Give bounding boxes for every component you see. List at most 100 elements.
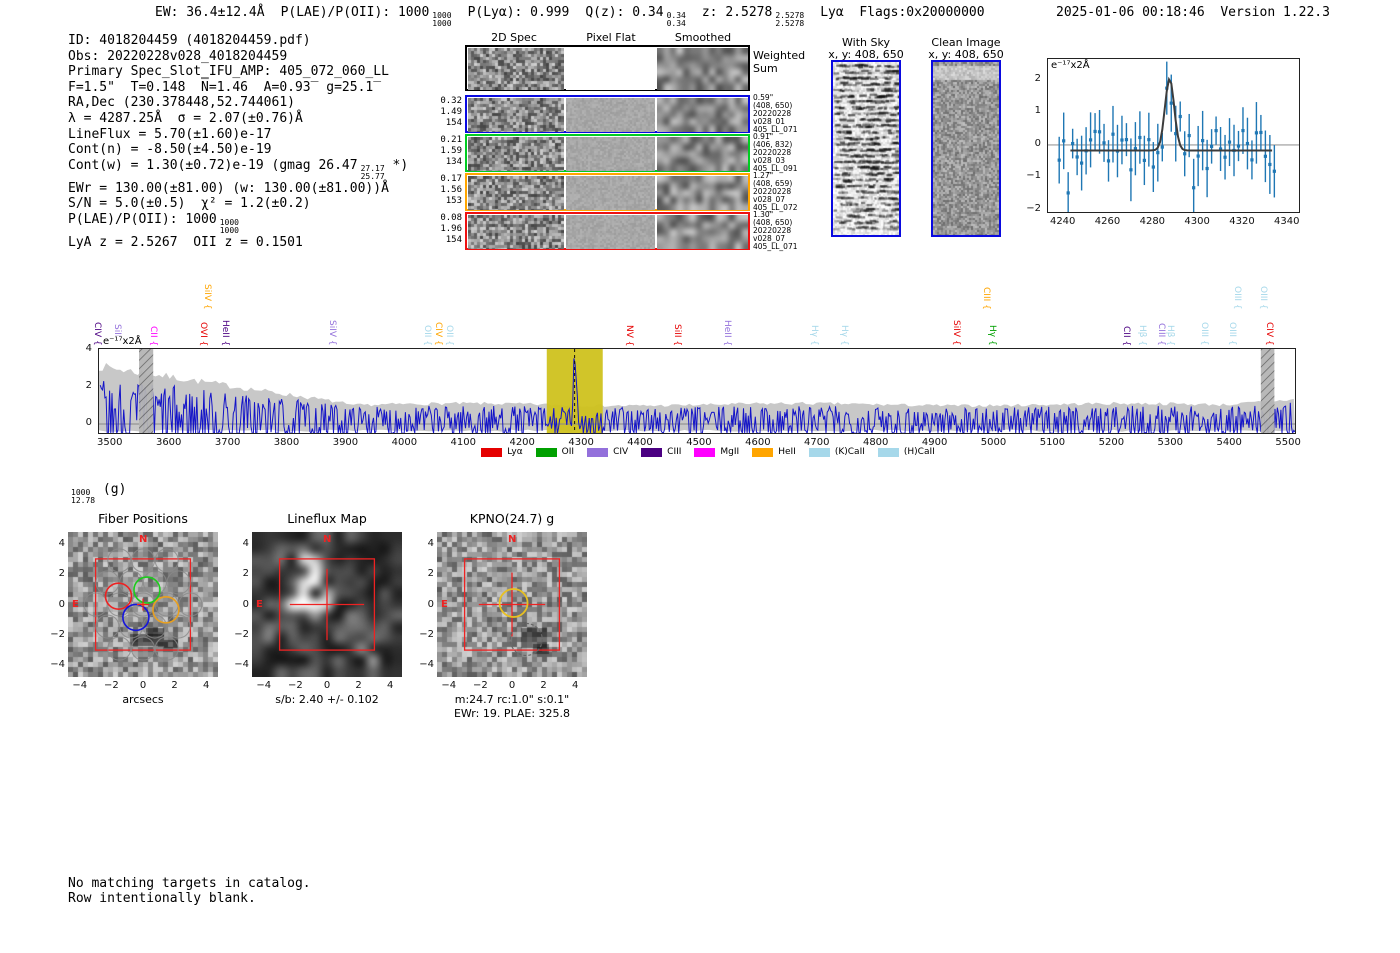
legend-item: CIII [641, 447, 681, 457]
emission-line-marker: CIV { [432, 322, 443, 346]
spectrum-xtick: 3800 [273, 437, 300, 448]
legend-swatch [481, 447, 503, 457]
fiber-positions-overlay [83, 548, 203, 661]
cutout-xtick: −2 [104, 680, 119, 691]
fiber-row-weights: 0.32 1.49 154 [440, 96, 462, 128]
header-segment: P(LAE)/P(OII): 1000 1000 1000 [280, 5, 452, 28]
spectrum-xtick: 3900 [332, 437, 359, 448]
weighted-sum-row [465, 45, 750, 91]
cutout-ytick: 0 [58, 598, 65, 610]
spectrum-unit-label: e⁻¹⁷x2Å [103, 336, 142, 347]
fit-xtick: 4340 [1274, 216, 1300, 227]
info-line: λ = 4287.25Å σ = 2.07(±0.76)Å [68, 110, 303, 126]
cutout-ytick: −2 [234, 628, 249, 640]
fiber-row-id: 0.59" (408, 650) 20220228 v028_01 405_LL_071 [753, 93, 798, 135]
info-line: EWr = 130.00(±81.00) (w: 130.00(±81.00))… [68, 180, 389, 196]
cutout-ytick: 4 [427, 537, 434, 549]
legend-swatch [752, 447, 774, 457]
fiber-positions-title: Fiber Positions [98, 511, 188, 526]
fit-xtick: 4300 [1184, 216, 1210, 227]
emission-line-marker: Hβ { [1136, 324, 1147, 346]
fit-ytick: −2 [1026, 203, 1041, 215]
emission-line-marker: CIII { [981, 287, 992, 310]
smoothed-image [657, 176, 748, 210]
legend-item: CIV [587, 447, 628, 457]
fiber-2d-row [465, 173, 750, 211]
cutout-ytick: −4 [419, 659, 434, 671]
emission-line-marker: CII { [147, 325, 158, 346]
line-fit-plot [1047, 58, 1300, 217]
detection-info-block: ID: 4018204459 (4018204459.pdf) Obs: 2022… [68, 33, 408, 251]
spectrum-xtick: 3500 [97, 437, 123, 448]
info-line: RA,Dec (230.378448,52.744061) [68, 95, 295, 111]
info-line: Obs: 20220228v028_4018204459 [68, 48, 288, 64]
mosaic-match-line: 1000 12.78 (g) [71, 482, 127, 505]
cutout-xtick: 4 [203, 680, 210, 691]
smoothed-col-header: Smoothed [674, 31, 732, 44]
spectrum-xtick: 5400 [1216, 437, 1242, 448]
lineflux-caption: s/b: 2.40 +/- 0.102 [275, 693, 379, 706]
2dspec-image [468, 137, 564, 171]
pixelflat-image [566, 176, 655, 210]
clean-image [933, 62, 999, 235]
kpno-overlay [463, 558, 561, 657]
spectrum-plot [98, 348, 1296, 436]
emission-line-marker: OII { [444, 325, 455, 346]
cutout-ytick: 2 [242, 568, 249, 580]
header-segment: P(Lyα): 0.999 [467, 5, 570, 20]
emission-line-marker: Hβ { [1164, 324, 1175, 346]
fiber-row-weights: 0.17 1.56 153 [440, 174, 462, 206]
cutout-xtick: −4 [256, 680, 272, 691]
legend-swatch [877, 447, 899, 457]
info-line: LineFlux = 5.70(±1.60)e-17 [68, 126, 272, 142]
fit-ytick: 2 [1034, 72, 1041, 84]
cutout-ytick: 4 [242, 537, 249, 549]
cutout-xtick: 4 [572, 680, 579, 691]
cutout-ytick: −2 [50, 628, 65, 640]
smoothed-image [657, 137, 748, 171]
line-fit-plot-canvas [1048, 61, 1299, 217]
emission-line-marker: SiIV { [201, 284, 212, 310]
weighted-2dspec-image [468, 48, 564, 90]
withsky-image [833, 62, 899, 235]
emission-line-marker: OIII { [1226, 322, 1237, 346]
emission-line-marker: Hγ { [987, 325, 998, 346]
compass-east-label: E [72, 598, 79, 610]
info-line: Primary Spec_Slot_IFU_AMP: 405_072_060_L… [68, 64, 389, 80]
fiber-2d-row [465, 134, 750, 172]
cutout-xtick: 0 [508, 680, 516, 691]
emission-line-marker: OIII { [1231, 286, 1242, 310]
fit-xtick: 4320 [1229, 216, 1255, 227]
cutout-ytick: −4 [50, 659, 65, 671]
fiber-positions-xlabel: arcsecs [122, 693, 164, 706]
fit-ytick: 1 [1034, 105, 1041, 117]
compass-east-label: E [256, 598, 263, 610]
footer-line-2: Row intentionally blank. [68, 891, 256, 906]
legend-item: HeII [752, 447, 796, 457]
kpno-caption2: EWr: 19. PLAE: 325.8 [453, 707, 571, 720]
fit-xtick: 4280 [1139, 216, 1166, 227]
header-summary-line: EW: 36.4±12.4Å P(LAE)/P(OII): 1000 1000 100… [155, 5, 1001, 28]
info-line: F=1.5" T=0.148 N̅=1.46 A=0.93̅ g=25.1̅ [68, 79, 374, 95]
smoothed-image [657, 98, 748, 132]
info-line: Cont(w) = 1.30(±0.72)e-19 (gmag 26.47 27.… [68, 157, 409, 181]
kpno-cutout: NE [437, 532, 587, 677]
header-segment: Lyα Flags:0x20000000 [820, 5, 985, 20]
spectrum-xtick: 5200 [1098, 437, 1125, 448]
legend-item: OII [535, 447, 574, 457]
legend-item: (K)CaII [808, 447, 865, 457]
header-datetime-version: 2025-01-06 00:18:46 Version 1.22.3 [1056, 5, 1330, 20]
legend-item: MgII [694, 447, 739, 457]
fiber-2d-row [465, 95, 750, 133]
spectrum-ytick: 2 [85, 380, 92, 391]
spectrum-legend: Lyα OII CIV CIII MgII HeII (K)CaII (H)CaII [478, 447, 938, 457]
cutout-xtick: −2 [473, 680, 488, 691]
info-line: Cont(n) = -8.50(±4.50)e-19 [68, 142, 272, 158]
clean-image-frame [931, 60, 1001, 237]
spectrum-xtick: 5100 [1039, 437, 1066, 448]
legend-swatch [587, 447, 609, 457]
legend-swatch [808, 447, 830, 457]
cutout-ytick: 2 [58, 568, 65, 580]
cutout-ytick: 0 [427, 598, 434, 610]
legend-swatch [641, 447, 663, 457]
